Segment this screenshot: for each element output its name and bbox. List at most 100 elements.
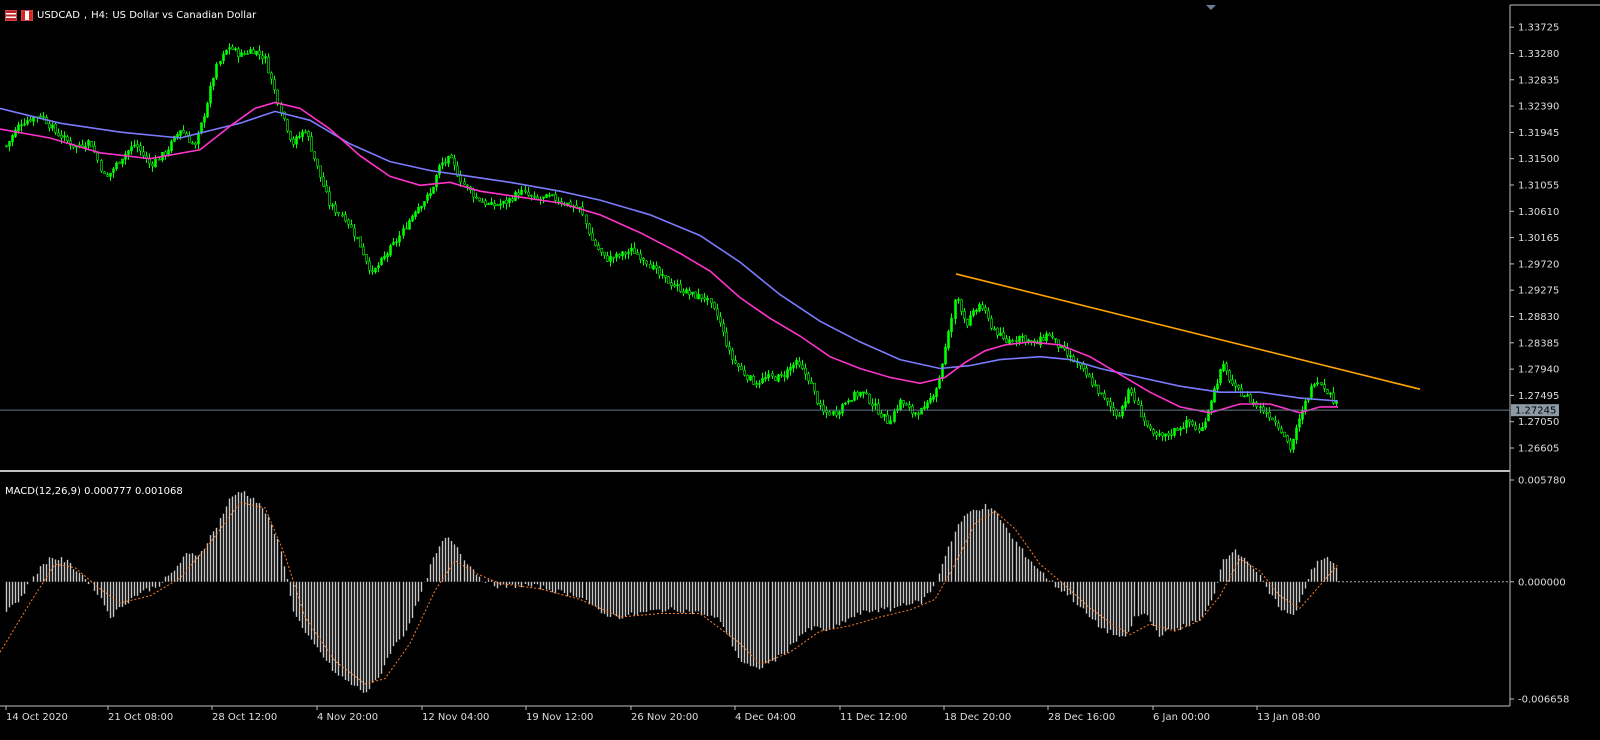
candle-body [23, 123, 26, 126]
candle-body [1295, 427, 1298, 440]
price-tick-label: 1.26605 [1518, 444, 1559, 455]
chart-window[interactable]: 1.33725 1.33280 1.32835 1.32390 1.31945 1.315… [0, 0, 1600, 740]
candle-body [1167, 433, 1170, 436]
candle-body [179, 130, 182, 136]
candle-body [697, 293, 700, 300]
candle-body [511, 198, 514, 201]
candle-body [1018, 335, 1021, 342]
candle-body [459, 175, 462, 183]
candle-body [48, 123, 51, 129]
candle-body [1091, 377, 1094, 386]
candle-body [1118, 415, 1121, 417]
candle-body [639, 253, 642, 260]
candle-body [118, 161, 121, 164]
candle-body [402, 228, 405, 236]
candle-body [359, 236, 362, 248]
macd-indicator-label: MACD(12,26,9) 0.000777 0.001068 [5, 486, 183, 497]
candle-body [789, 366, 792, 371]
candle-body [365, 254, 368, 262]
candle-body [868, 393, 871, 404]
fast-moving-average-line [0, 101, 1338, 414]
candle-body [231, 46, 234, 50]
candle-body [188, 135, 191, 143]
candle-body [780, 373, 783, 376]
candle-body [423, 201, 426, 207]
candle-body [728, 346, 731, 351]
candle-body [267, 56, 270, 74]
candle-body [484, 200, 487, 206]
candle-body [295, 136, 298, 145]
candle-body [554, 194, 557, 201]
candle-body [127, 150, 130, 155]
candle-body [350, 224, 353, 228]
candle-body [228, 47, 231, 50]
candle-body [752, 376, 755, 385]
candle-body [374, 268, 377, 273]
candle-body [417, 207, 420, 214]
chart-shift-marker-icon[interactable] [1206, 5, 1216, 10]
candle-body [978, 304, 981, 312]
candle-body [960, 299, 963, 312]
chart-canvas[interactable]: 1.33725 1.33280 1.32835 1.32390 1.31945 1.315… [0, 0, 1600, 740]
candle-body [957, 299, 960, 301]
candle-body [310, 136, 313, 152]
candle-body [1335, 401, 1338, 404]
candle-body [1152, 429, 1155, 435]
candle-body [700, 294, 703, 299]
candle-body [1265, 411, 1268, 414]
candle-body [1137, 400, 1140, 405]
price-tick-label: 1.32390 [1518, 102, 1559, 113]
price-tick-label: 1.27495 [1518, 391, 1559, 402]
candle-body [655, 265, 658, 269]
candle-body [26, 120, 29, 125]
candle-body [490, 202, 493, 205]
candle-body [1182, 427, 1185, 430]
candle-body [1323, 384, 1326, 389]
candle-body [841, 404, 844, 414]
candle-body [1194, 425, 1197, 430]
candle-body [731, 349, 734, 361]
price-tick-label: 1.31055 [1518, 180, 1559, 191]
candle-body [1271, 417, 1274, 421]
candle-body [1066, 348, 1069, 356]
candle-body [807, 373, 810, 382]
candle-body [130, 146, 133, 151]
macd-main-value: 0.000777 [84, 486, 132, 497]
candle-body [487, 203, 490, 205]
candle-body [273, 79, 276, 90]
candle-body [621, 251, 624, 257]
candle-body [1097, 384, 1100, 394]
price-tick-label: 1.33725 [1518, 23, 1559, 34]
candle-body [444, 161, 447, 164]
candle-body [1121, 405, 1124, 417]
candle-body [197, 132, 200, 145]
macd-tick-label: -0.006658 [1518, 695, 1569, 706]
candle-body [100, 160, 103, 172]
candle-body [447, 156, 450, 164]
candle-body [1094, 384, 1097, 387]
candle-body [115, 162, 118, 169]
candle-body [1243, 395, 1246, 398]
candle-body [609, 256, 612, 262]
candle-body [679, 283, 682, 292]
candle-body [222, 53, 225, 62]
candle-body [176, 133, 179, 138]
candle-body [886, 414, 889, 424]
candle-body [502, 200, 505, 204]
candle-body [591, 232, 594, 241]
candle-body [1274, 420, 1277, 423]
candle-body [493, 203, 496, 207]
candle-body [142, 151, 145, 157]
candle-body [139, 145, 142, 152]
candle-body [585, 214, 588, 224]
price-tick-label: 1.27940 [1518, 365, 1559, 376]
candle-body [377, 265, 380, 269]
candle-body [1326, 389, 1329, 394]
resistance-trendline[interactable] [955, 273, 1421, 390]
price-tick-label: 1.28830 [1518, 312, 1559, 323]
candle-body [1015, 340, 1018, 342]
candle-body [1127, 389, 1130, 404]
candle-body [87, 140, 90, 146]
candle-body [636, 252, 639, 255]
price-tick-label: 1.30610 [1518, 207, 1559, 218]
